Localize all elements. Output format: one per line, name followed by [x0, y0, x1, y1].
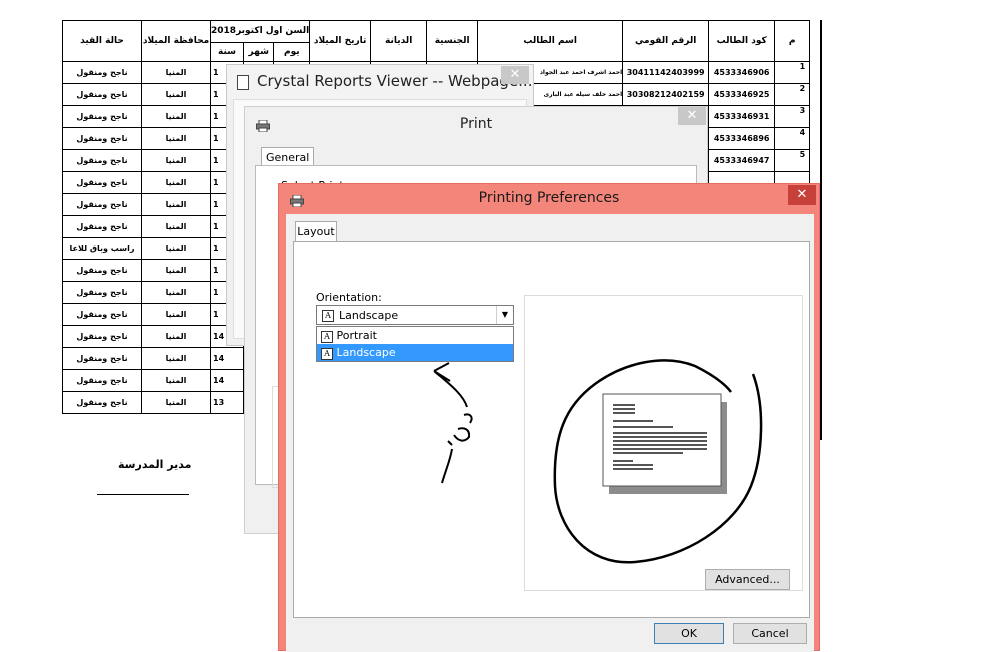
principal-label: مدير المدرسة: [118, 458, 192, 471]
year-cell: 14: [209, 347, 245, 370]
serial-cell: 4: [774, 127, 811, 150]
crystal-window-title: Crystal Reports Viewer -- Webpage...: [257, 72, 533, 90]
serial-cell: 3: [774, 105, 811, 128]
birth-gov-cell: المنيا: [141, 127, 211, 150]
status-cell: ناجح ومنقول: [62, 127, 142, 150]
status-cell: راسب وباق للاعا: [62, 237, 142, 260]
prefs-dialog-title: Printing Preferences: [478, 190, 620, 206]
prefs-close-button[interactable]: ✕: [788, 185, 816, 205]
status-cell: ناجح ومنقول: [62, 281, 142, 304]
print-close-button[interactable]: ✕: [678, 107, 706, 125]
birth-gov-cell: المنيا: [141, 105, 211, 128]
year-cell: 14: [209, 369, 245, 392]
national-id-cell: 30411142403999: [622, 61, 710, 84]
advanced-button[interactable]: Advanced...: [705, 569, 790, 590]
birth-gov-cell: المنيا: [141, 281, 211, 304]
header-student-name: اسم الطالب: [477, 20, 624, 62]
status-cell: ناجح ومنقول: [62, 83, 142, 106]
national-id-cell: 30308212402159: [622, 83, 710, 106]
student-code-cell: 4533346931: [708, 105, 776, 128]
tab-layout[interactable]: Layout: [295, 221, 337, 242]
status-cell: ناجح ومنقول: [62, 61, 142, 84]
birth-gov-cell: المنيا: [141, 391, 211, 414]
orientation-select[interactable]: A Landscape ▼: [316, 305, 514, 325]
student-code-cell: 4533346896: [708, 127, 776, 150]
year-cell: 13: [209, 391, 245, 414]
status-cell: ناجح ومنقول: [62, 347, 142, 370]
header-national-id: الرقم القومي: [622, 20, 710, 62]
header-birth-gov: محافظة الميلاد: [141, 20, 211, 62]
birth-gov-cell: المنيا: [141, 193, 211, 216]
print-dialog-title: Print: [459, 116, 493, 132]
signature-line: [97, 494, 189, 495]
orientation-label: Orientation:: [316, 291, 382, 304]
birth-gov-cell: المنيا: [141, 325, 211, 348]
status-cell: ناجح ومنقول: [62, 193, 142, 216]
prefs-body: Layout Orientation: A Landscape ▼ A Port…: [286, 214, 814, 652]
student-code-cell: 4533346925: [708, 83, 776, 106]
landscape-icon: A: [322, 310, 334, 322]
status-cell: ناجح ومنقول: [62, 105, 142, 128]
header-birth-date: تاريخ الميلاد: [309, 20, 372, 62]
birth-gov-cell: المنيا: [141, 61, 211, 84]
serial-cell: 2: [774, 83, 811, 106]
birth-gov-cell: المنيا: [141, 83, 211, 106]
header-month: شهر: [243, 41, 275, 63]
cancel-button[interactable]: Cancel: [733, 623, 807, 644]
header-student-code: كود الطالب: [708, 20, 776, 62]
header-religion: الديانة: [370, 20, 428, 62]
crystal-close-button[interactable]: ✕: [501, 66, 529, 84]
landscape-icon: A: [321, 348, 333, 360]
printing-preferences-dialog: Printing Preferences ✕ Layout Orientatio…: [278, 183, 820, 652]
status-cell: ناجح ومنقول: [62, 171, 142, 194]
tab-general[interactable]: General: [261, 147, 315, 167]
ok-button[interactable]: OK: [654, 623, 724, 644]
serial-cell: 1: [774, 61, 811, 84]
birth-gov-cell: المنيا: [141, 369, 211, 392]
hand-drawn-arrow: [433, 362, 473, 484]
birth-gov-cell: المنيا: [141, 347, 211, 370]
serial-cell: 5: [774, 149, 811, 172]
layout-preview: [524, 295, 803, 591]
status-cell: ناجح ومنقول: [62, 391, 142, 414]
birth-gov-cell: المنيا: [141, 215, 211, 238]
portrait-icon: A: [321, 331, 333, 343]
prefs-titlebar[interactable]: Printing Preferences: [279, 184, 819, 214]
table-right-border: [820, 20, 822, 440]
orientation-value: Landscape: [339, 309, 399, 322]
layout-panel: Orientation: A Landscape ▼ A Portrait A …: [293, 241, 810, 618]
header-serial: م: [774, 20, 811, 62]
option-landscape-label: Landscape: [336, 346, 396, 359]
status-cell: ناجح ومنقول: [62, 303, 142, 326]
header-status: حالة القيد: [62, 20, 142, 62]
student-code-cell: 4533346947: [708, 149, 776, 172]
header-year: سنة: [209, 41, 245, 63]
status-cell: ناجح ومنقول: [62, 215, 142, 238]
student-code-cell: 4533346906: [708, 61, 776, 84]
option-portrait-label: Portrait: [336, 329, 377, 342]
birth-gov-cell: المنيا: [141, 303, 211, 326]
crystal-titlebar[interactable]: Crystal Reports Viewer -- Webpage...: [227, 65, 533, 99]
print-titlebar[interactable]: Print: [245, 107, 707, 141]
status-cell: ناجح ومنقول: [62, 259, 142, 282]
birth-gov-cell: المنيا: [141, 149, 211, 172]
status-cell: ناجح ومنقول: [62, 369, 142, 392]
document-icon: [237, 75, 249, 90]
birth-gov-cell: المنيا: [141, 171, 211, 194]
option-portrait[interactable]: A Portrait: [317, 327, 513, 344]
status-cell: ناجح ومنقول: [62, 149, 142, 172]
birth-gov-cell: المنيا: [141, 237, 211, 260]
status-cell: ناجح ومنقول: [62, 325, 142, 348]
header-day: يوم: [273, 41, 311, 63]
birth-gov-cell: المنيا: [141, 259, 211, 282]
header-nationality: الجنسية: [426, 20, 479, 62]
header-age: السن اول اكتوبر2018: [209, 20, 311, 43]
chevron-down-icon[interactable]: ▼: [496, 306, 513, 324]
